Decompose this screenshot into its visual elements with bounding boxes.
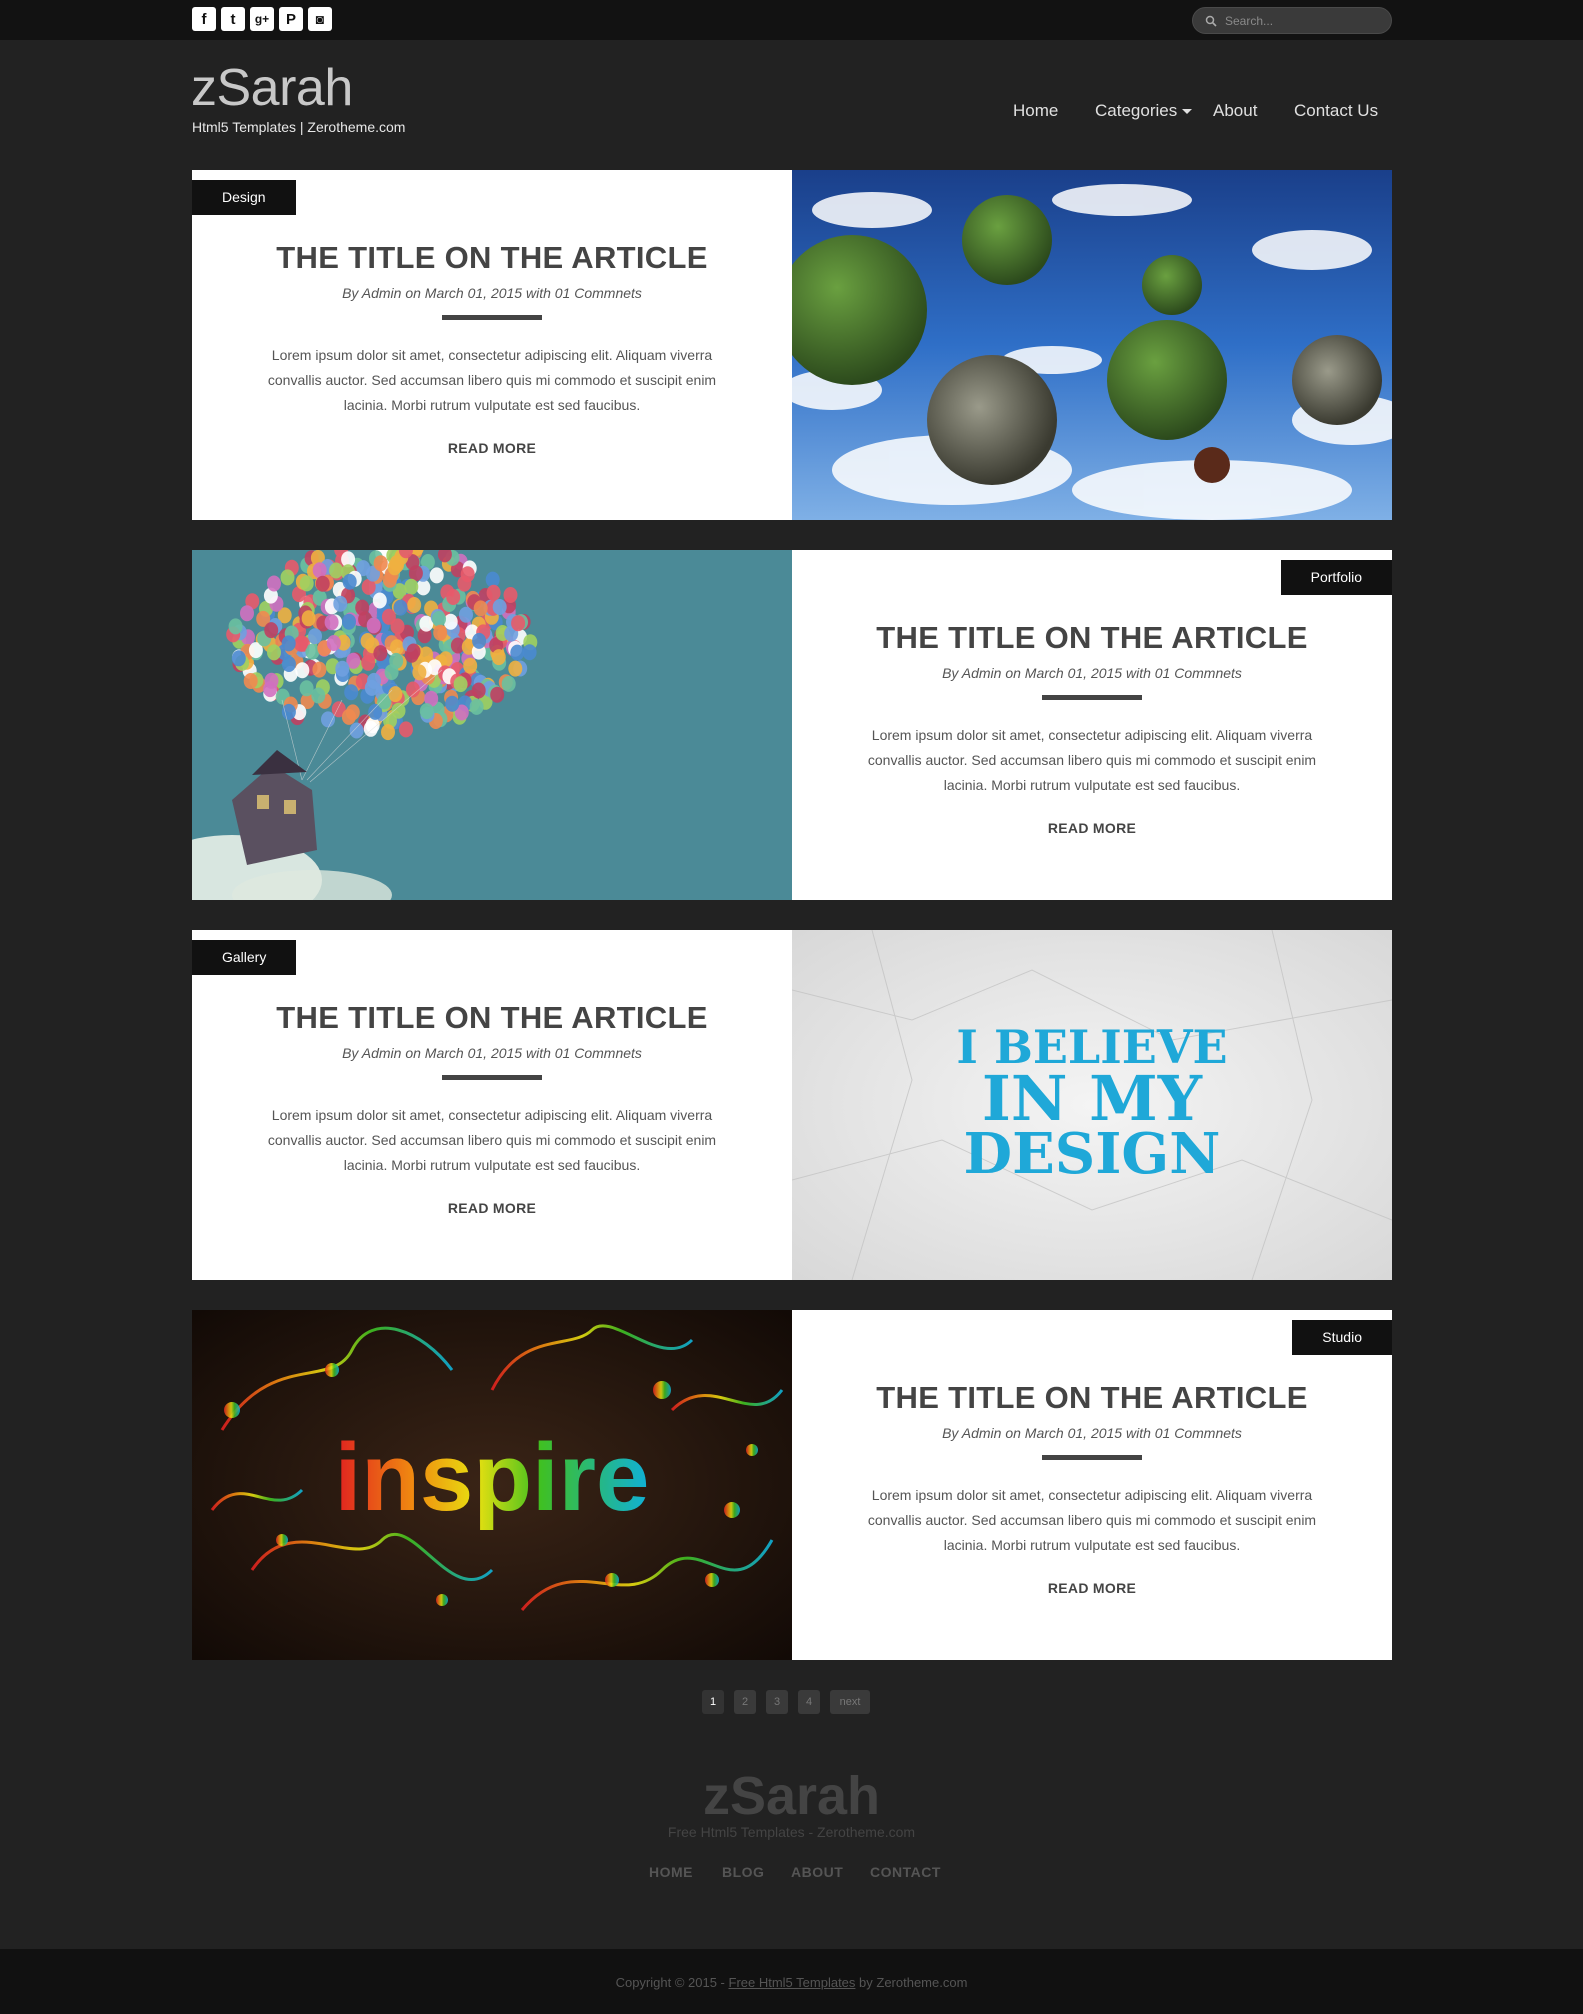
article-meta: By Admin on March 01, 2015 with 01 Commn…: [342, 285, 642, 301]
footer-nav-blog[interactable]: BLOG: [722, 1864, 764, 1880]
divider: [442, 1075, 542, 1080]
floating-islands-image: [792, 170, 1392, 520]
category-tag[interactable]: Gallery: [192, 940, 297, 975]
article-card: Gallery THE TITLE ON THE ARTICLE By Admi…: [192, 930, 1392, 1280]
article-meta: By Admin on March 01, 2015 with 01 Commn…: [942, 665, 1242, 681]
article-image[interactable]: inspire: [192, 1310, 792, 1660]
category-tag[interactable]: Portfolio: [1280, 560, 1392, 595]
facebook-icon[interactable]: f: [192, 7, 216, 31]
instagram-icon[interactable]: ◙: [308, 7, 332, 31]
search-input[interactable]: [1225, 11, 1385, 31]
top-bar: f t g+ P ◙: [0, 0, 1583, 40]
footer-tagline: Free Html5 Templates - Zerotheme.com: [667, 1824, 916, 1840]
copyright-suffix: by Zerotheme.com: [855, 1975, 968, 1990]
nav-contact[interactable]: Contact Us: [1294, 101, 1378, 121]
footer-nav-contact[interactable]: CONTACT: [870, 1864, 941, 1880]
nav-about[interactable]: About: [1213, 101, 1257, 121]
article-title[interactable]: THE TITLE ON THE ARTICLE: [792, 620, 1392, 656]
pinterest-icon[interactable]: P: [279, 7, 303, 31]
page-link-4[interactable]: 4: [798, 1690, 820, 1714]
search-icon: [1205, 15, 1217, 27]
article-title[interactable]: THE TITLE ON THE ARTICLE: [192, 1000, 792, 1036]
copyright-prefix: Copyright © 2015 -: [615, 1975, 729, 1990]
category-tag[interactable]: Studio: [1292, 1320, 1392, 1355]
article-content: Design THE TITLE ON THE ARTICLE By Admin…: [192, 170, 792, 520]
footer-nav-about[interactable]: ABOUT: [791, 1864, 843, 1880]
article-content: Portfolio THE TITLE ON THE ARTICLE By Ad…: [792, 550, 1392, 900]
site-logo[interactable]: zSarah: [191, 58, 353, 118]
page-link-2[interactable]: 2: [734, 1690, 756, 1714]
article-content: Studio THE TITLE ON THE ARTICLE By Admin…: [792, 1310, 1392, 1660]
read-more-link[interactable]: READ MORE: [792, 820, 1392, 836]
article-excerpt: Lorem ipsum dolor sit amet, consectetur …: [867, 727, 1317, 793]
divider: [442, 315, 542, 320]
inspire-image: inspire: [192, 1310, 792, 1660]
image-text-line: DESIGN: [964, 1121, 1221, 1187]
article-image[interactable]: [192, 550, 792, 900]
read-more-link[interactable]: READ MORE: [192, 1200, 792, 1216]
article-image[interactable]: I BELIEVE IN MY DESIGN: [792, 930, 1392, 1280]
google-plus-icon[interactable]: g+: [250, 7, 274, 31]
article-excerpt: Lorem ipsum dolor sit amet, consectetur …: [267, 1107, 717, 1173]
page-next-link[interactable]: next: [830, 1690, 870, 1714]
divider: [1042, 1455, 1142, 1460]
nav-home[interactable]: Home: [1013, 101, 1058, 121]
chevron-down-icon: [1182, 109, 1193, 115]
believe-design-image: I BELIEVE IN MY DESIGN: [792, 930, 1392, 1280]
article-content: Gallery THE TITLE ON THE ARTICLE By Admi…: [192, 930, 792, 1280]
read-more-link[interactable]: READ MORE: [192, 440, 792, 456]
site-tagline: Html5 Templates | Zerotheme.com: [192, 119, 406, 135]
article-title[interactable]: THE TITLE ON THE ARTICLE: [192, 240, 792, 276]
article-meta: By Admin on March 01, 2015 with 01 Commn…: [342, 1045, 642, 1061]
read-more-link[interactable]: READ MORE: [792, 1580, 1392, 1596]
article-card: Design THE TITLE ON THE ARTICLE By Admin…: [192, 170, 1392, 520]
article-excerpt: Lorem ipsum dolor sit amet, consectetur …: [867, 1487, 1317, 1553]
page-link-1[interactable]: 1: [702, 1690, 724, 1714]
article-title[interactable]: THE TITLE ON THE ARTICLE: [792, 1380, 1392, 1416]
image-text: inspire: [335, 1424, 650, 1531]
social-links: f t g+ P ◙: [192, 7, 332, 31]
article-card: inspire Studio THE TITLE ON THE ARTICLE …: [192, 1310, 1392, 1660]
twitter-icon[interactable]: t: [221, 7, 245, 31]
article-excerpt: Lorem ipsum dolor sit amet, consectetur …: [267, 347, 717, 413]
copyright-link[interactable]: Free Html5 Templates: [729, 1975, 856, 1990]
category-tag[interactable]: Design: [192, 180, 296, 215]
nav-categories[interactable]: Categories: [1095, 101, 1193, 121]
footer-logo[interactable]: zSarah: [0, 1765, 1583, 1827]
article-card: Portfolio THE TITLE ON THE ARTICLE By Ad…: [192, 550, 1392, 900]
search-box: [1192, 7, 1392, 34]
page-link-3[interactable]: 3: [766, 1690, 788, 1714]
divider: [1042, 695, 1142, 700]
article-meta: By Admin on March 01, 2015 with 01 Commn…: [942, 1425, 1242, 1441]
article-image[interactable]: [792, 170, 1392, 520]
copyright: Copyright © 2015 - Free Html5 Templates …: [0, 1975, 1583, 1990]
nav-categories-label: Categories: [1095, 101, 1178, 120]
balloon-house-image: [192, 550, 792, 900]
footer-nav-home[interactable]: HOME: [649, 1864, 693, 1880]
